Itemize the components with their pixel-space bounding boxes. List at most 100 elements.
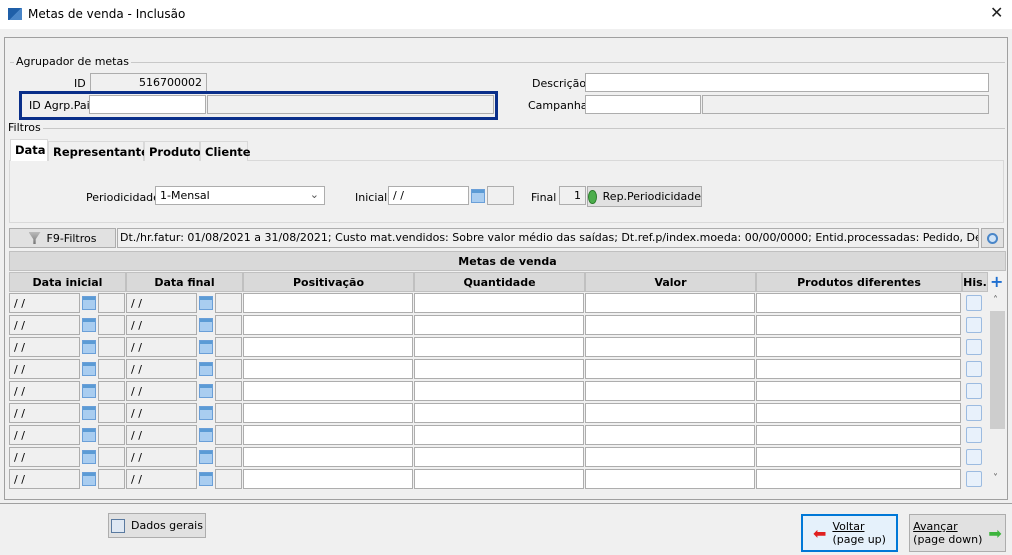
history-icon[interactable] — [966, 383, 982, 399]
row-produtos-diferentes[interactable] — [756, 469, 961, 489]
history-icon[interactable] — [966, 361, 982, 377]
col-produtos-diferentes[interactable]: Produtos diferentes — [756, 272, 962, 292]
descricao-input[interactable] — [585, 73, 989, 92]
row-quantidade[interactable] — [414, 337, 584, 357]
tab-cliente[interactable]: Cliente — [200, 141, 251, 161]
campanha-input[interactable] — [585, 95, 701, 114]
col-valor[interactable]: Valor — [585, 272, 756, 292]
history-icon[interactable] — [966, 295, 982, 311]
row-data-final[interactable]: / / — [126, 337, 197, 357]
row-positivacao[interactable] — [243, 381, 413, 401]
calendar-icon[interactable] — [199, 450, 213, 464]
row-data-inicial[interactable]: / / — [9, 381, 80, 401]
row-data-inicial[interactable]: / / — [9, 469, 80, 489]
scroll-up-icon[interactable]: ˄ — [993, 295, 998, 306]
col-positivacao[interactable]: Positivação — [243, 272, 414, 292]
calendar-icon[interactable] — [199, 340, 213, 354]
row-valor[interactable] — [585, 337, 755, 357]
history-icon[interactable] — [966, 427, 982, 443]
rep-periodicidade-button[interactable]: Rep.Periodicidade — [587, 186, 702, 207]
row-quantidade[interactable] — [414, 469, 584, 489]
col-his[interactable]: His. — [962, 272, 988, 292]
scroll-thumb[interactable] — [990, 311, 1005, 429]
dados-gerais-button[interactable]: Dados gerais — [108, 513, 206, 538]
calendar-icon[interactable] — [82, 296, 96, 310]
voltar-button[interactable]: ⬅ Voltar (page up) — [801, 514, 898, 552]
col-data-final[interactable]: Data final — [126, 272, 243, 292]
calendar-icon[interactable] — [471, 189, 485, 203]
row-quantidade[interactable] — [414, 425, 584, 445]
history-icon[interactable] — [966, 405, 982, 421]
row-produtos-diferentes[interactable] — [756, 403, 961, 423]
inicial-input[interactable]: / / — [388, 186, 469, 205]
row-data-inicial[interactable]: / / — [9, 403, 80, 423]
row-produtos-diferentes[interactable] — [756, 447, 961, 467]
periodicidade-select[interactable]: 1-Mensal ⌄ — [155, 186, 325, 205]
tab-produto[interactable]: Produto — [144, 141, 201, 161]
row-produtos-diferentes[interactable] — [756, 315, 961, 335]
row-positivacao[interactable] — [243, 403, 413, 423]
row-valor[interactable] — [585, 359, 755, 379]
calendar-icon[interactable] — [82, 450, 96, 464]
col-quantidade[interactable]: Quantidade — [414, 272, 585, 292]
calendar-icon[interactable] — [82, 472, 96, 486]
row-quantidade[interactable] — [414, 293, 584, 313]
row-data-final[interactable]: / / — [126, 359, 197, 379]
calendar-icon[interactable] — [199, 318, 213, 332]
calendar-icon[interactable] — [82, 406, 96, 420]
row-produtos-diferentes[interactable] — [756, 293, 961, 313]
calendar-icon[interactable] — [199, 406, 213, 420]
row-valor[interactable] — [585, 425, 755, 445]
row-positivacao[interactable] — [243, 359, 413, 379]
scroll-down-icon[interactable]: ˅ — [993, 473, 998, 484]
row-valor[interactable] — [585, 469, 755, 489]
history-icon[interactable] — [966, 471, 982, 487]
calendar-icon[interactable] — [199, 362, 213, 376]
row-data-final[interactable]: / / — [126, 381, 197, 401]
row-produtos-diferentes[interactable] — [756, 381, 961, 401]
search-button[interactable] — [981, 228, 1004, 248]
row-produtos-diferentes[interactable] — [756, 359, 961, 379]
row-data-final[interactable]: / / — [126, 403, 197, 423]
row-positivacao[interactable] — [243, 293, 413, 313]
close-icon[interactable]: ✕ — [990, 3, 1003, 22]
row-data-inicial[interactable]: / / — [9, 293, 80, 313]
calendar-icon[interactable] — [199, 428, 213, 442]
row-data-inicial[interactable]: / / — [9, 425, 80, 445]
row-positivacao[interactable] — [243, 469, 413, 489]
row-valor[interactable] — [585, 403, 755, 423]
history-icon[interactable] — [966, 317, 982, 333]
tab-data[interactable]: Data — [10, 139, 48, 161]
row-data-final[interactable]: / / — [126, 425, 197, 445]
calendar-icon[interactable] — [82, 384, 96, 398]
calendar-icon[interactable] — [199, 296, 213, 310]
row-data-inicial[interactable]: / / — [9, 447, 80, 467]
col-data-inicial[interactable]: Data inicial — [9, 272, 126, 292]
calendar-icon[interactable] — [82, 428, 96, 442]
row-quantidade[interactable] — [414, 403, 584, 423]
calendar-icon[interactable] — [82, 362, 96, 376]
row-quantidade[interactable] — [414, 359, 584, 379]
row-quantidade[interactable] — [414, 381, 584, 401]
id-agrp-pai-input[interactable] — [89, 95, 206, 114]
row-data-final[interactable]: / / — [126, 293, 197, 313]
row-quantidade[interactable] — [414, 447, 584, 467]
row-data-final[interactable]: / / — [126, 447, 197, 467]
row-produtos-diferentes[interactable] — [756, 337, 961, 357]
row-produtos-diferentes[interactable] — [756, 425, 961, 445]
row-valor[interactable] — [585, 315, 755, 335]
row-data-inicial[interactable]: / / — [9, 359, 80, 379]
row-quantidade[interactable] — [414, 315, 584, 335]
scrollbar[interactable]: ˄ ˅ — [989, 293, 1006, 490]
tab-representante[interactable]: Representante — [48, 141, 149, 161]
history-icon[interactable] — [966, 339, 982, 355]
calendar-icon[interactable] — [82, 340, 96, 354]
row-data-final[interactable]: / / — [126, 315, 197, 335]
f9-filtros-button[interactable]: F9-Filtros — [9, 228, 116, 248]
calendar-icon[interactable] — [199, 472, 213, 486]
calendar-icon[interactable] — [199, 384, 213, 398]
history-icon[interactable] — [966, 449, 982, 465]
row-positivacao[interactable] — [243, 425, 413, 445]
row-valor[interactable] — [585, 381, 755, 401]
row-data-inicial[interactable]: / / — [9, 315, 80, 335]
